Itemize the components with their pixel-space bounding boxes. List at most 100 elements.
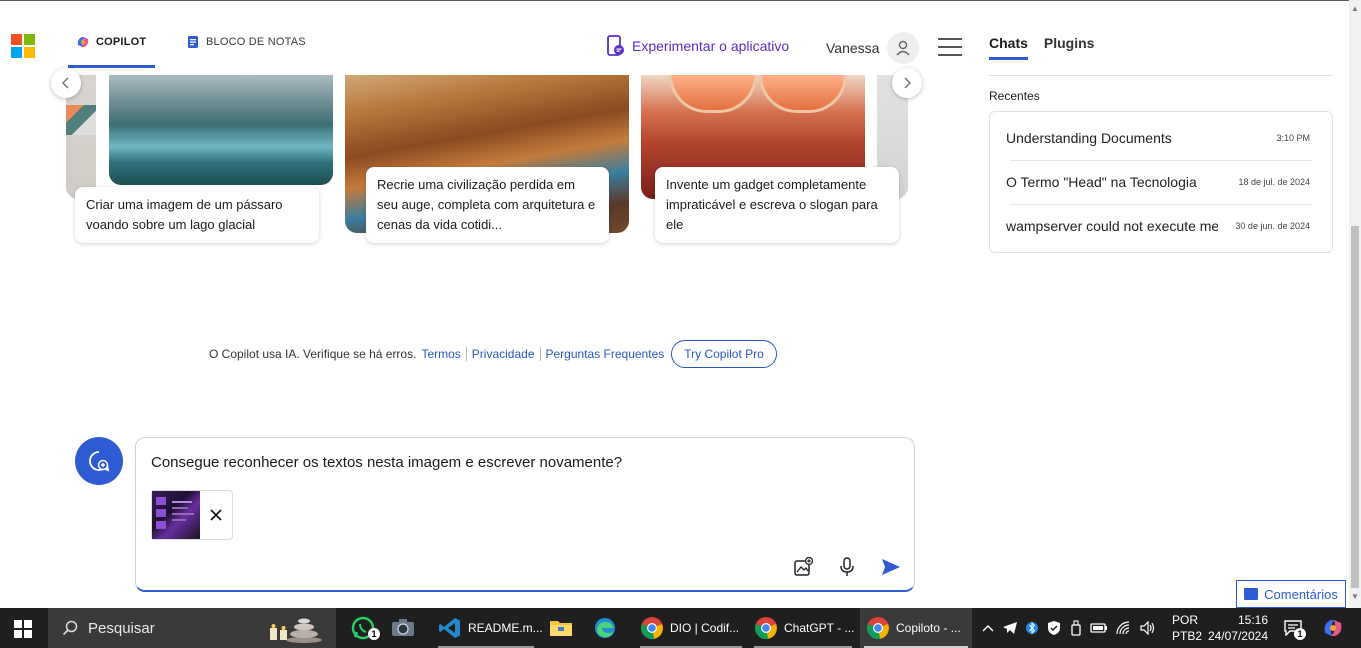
suggestion-carousel: Criar uma imagem de um pássaro voando so… — [66, 75, 908, 253]
feedback-label: Comentários — [1264, 586, 1338, 602]
notification-center[interactable]: 1 — [1284, 608, 1308, 648]
chat-title: Understanding Documents — [1006, 130, 1172, 146]
usb-icon — [1071, 620, 1081, 636]
divider — [989, 75, 1333, 76]
recent-chat-item[interactable]: O Termo "Head" na Tecnologia 18 de jul. … — [1006, 160, 1310, 204]
scroll-down-icon[interactable]: ▼ — [1351, 592, 1359, 601]
taskbar-app-label: ChatGPT - ... — [784, 621, 855, 635]
taskbar-chrome-dio[interactable]: DIO | Codif... — [636, 608, 746, 648]
suggestion-card[interactable]: Criar uma imagem de um pássaro voando so… — [75, 187, 319, 243]
tab-chats[interactable]: Chats — [989, 35, 1028, 60]
language-code: POR — [1172, 613, 1199, 627]
taskbar-clock[interactable]: 15:16 24/07/2024 — [1206, 612, 1268, 644]
edge-icon — [593, 616, 617, 640]
camera-icon — [391, 616, 415, 640]
tab-plugins[interactable]: Plugins — [1044, 35, 1095, 60]
chevron-right-icon — [904, 77, 912, 89]
attached-image — [151, 490, 233, 540]
taskbar-copilot[interactable] — [1322, 608, 1346, 648]
recent-chat-item[interactable]: Understanding Documents 3:10 PM — [1006, 116, 1310, 160]
recent-chat-item[interactable]: wampserver could not execute menu 30 de … — [1006, 204, 1310, 248]
scrollbar-thumb[interactable] — [1351, 226, 1359, 588]
clock-date: 24/07/2024 — [1207, 629, 1268, 643]
chat-date: 18 de jul. de 2024 — [1238, 177, 1310, 187]
suggestion-card[interactable]: Recrie uma civilização perdida em seu au… — [366, 167, 609, 243]
page-scrollbar[interactable]: ▲ ▼ — [1349, 0, 1361, 608]
system-tray — [980, 608, 1156, 648]
search-highlight-image — [256, 612, 326, 644]
try-copilot-pro-button[interactable]: Try Copilot Pro — [671, 340, 777, 368]
copilot-icon — [76, 35, 90, 49]
windows-taskbar: Pesquisar 1 README.m... DIO | Codif... C… — [0, 608, 1361, 648]
phone-app-icon — [606, 35, 626, 57]
chrome-icon — [866, 616, 890, 640]
tab-copilot[interactable]: COPILOT — [68, 36, 155, 68]
taskbar-app-label: README.m... — [468, 621, 543, 635]
attachment-thumbnail[interactable] — [152, 491, 200, 539]
taskbar-vscode[interactable]: README.m... — [434, 608, 543, 648]
chrome-icon — [754, 616, 778, 640]
copilot-icon — [1324, 620, 1342, 636]
tab-copilot-label: COPILOT — [96, 36, 147, 48]
composer-input-text[interactable]: Consegue reconhecer os textos nesta imag… — [151, 454, 622, 471]
chat-date: 30 de jun. de 2024 — [1235, 221, 1310, 231]
comment-icon — [1244, 588, 1259, 600]
ai-disclaimer: O Copilot usa IA. Verifique se há erros. — [209, 347, 417, 361]
keyboard-layout: PTB2 — [1172, 629, 1203, 643]
taskbar-search[interactable]: Pesquisar — [48, 608, 336, 648]
footer-links: O Copilot usa IA. Verifique se há erros.… — [209, 340, 777, 368]
notification-badge: 1 — [1294, 628, 1306, 640]
taskbar-chrome-chatgpt[interactable]: ChatGPT - ... — [750, 608, 856, 648]
chat-title: wampserver could not execute menu — [1006, 218, 1218, 234]
recent-heading: Recentes — [989, 89, 1040, 103]
try-app-link[interactable]: Experimentar o aplicativo — [606, 35, 789, 57]
chevron-left-icon — [61, 77, 69, 89]
scroll-up-icon[interactable]: ▲ — [1351, 4, 1359, 13]
microphone-icon — [840, 557, 854, 576]
chat-date: 3:10 PM — [1276, 133, 1310, 143]
keyboard-language[interactable]: POR PTB2 — [1172, 612, 1202, 644]
hamburger-menu-icon[interactable] — [938, 38, 962, 56]
microsoft-logo[interactable] — [11, 34, 35, 58]
add-image-button[interactable] — [792, 556, 814, 578]
new-chat-icon — [89, 451, 110, 472]
windows-start-icon[interactable] — [14, 620, 32, 638]
carousel-next-button[interactable] — [892, 68, 922, 98]
try-app-label: Experimentar o aplicativo — [632, 38, 790, 54]
person-icon — [896, 40, 910, 56]
privacy-link[interactable]: Privacidade — [472, 347, 535, 361]
tab-notebook[interactable]: BLOCO DE NOTAS — [186, 36, 316, 68]
search-icon — [62, 620, 78, 636]
send-icon — [882, 559, 900, 575]
taskbar-edge[interactable] — [592, 608, 624, 648]
user-avatar[interactable] — [887, 32, 919, 64]
suggestion-card[interactable]: Invente um gadget completamente impratic… — [655, 167, 899, 243]
sidebar-tabs: Chats Plugins — [989, 35, 1110, 60]
vscode-icon — [438, 616, 462, 640]
volume-icon — [1140, 621, 1155, 635]
divider — [539, 347, 541, 361]
taskbar-chrome-copilot[interactable]: Copiloto - ... — [860, 608, 972, 648]
whatsapp-badge: 1 — [368, 628, 380, 640]
faq-link[interactable]: Perguntas Frequentes — [546, 347, 665, 361]
terms-link[interactable]: Termos — [421, 347, 460, 361]
tab-notebook-label: BLOCO DE NOTAS — [206, 36, 306, 48]
image-add-icon — [794, 557, 813, 576]
taskbar-search-placeholder: Pesquisar — [88, 619, 155, 637]
remove-attachment-button[interactable] — [200, 491, 232, 539]
carousel-image-lake[interactable] — [109, 75, 333, 185]
new-topic-button[interactable] — [75, 437, 123, 485]
taskbar-camera[interactable] — [392, 608, 420, 648]
taskbar-file-explorer[interactable] — [548, 608, 580, 648]
taskbar-whatsapp[interactable]: 1 — [346, 608, 386, 648]
chevron-up-icon — [982, 625, 994, 632]
carousel-prev-button[interactable] — [51, 68, 81, 98]
composer-actions — [770, 556, 902, 578]
feedback-button[interactable]: Comentários — [1236, 580, 1346, 608]
chat-composer[interactable]: Consegue reconhecer os textos nesta imag… — [135, 437, 915, 592]
folder-icon — [549, 616, 573, 640]
send-button[interactable] — [880, 556, 902, 578]
microphone-button[interactable] — [836, 556, 858, 578]
security-icon — [1048, 621, 1060, 635]
clock-time: 15:16 — [1237, 613, 1268, 627]
